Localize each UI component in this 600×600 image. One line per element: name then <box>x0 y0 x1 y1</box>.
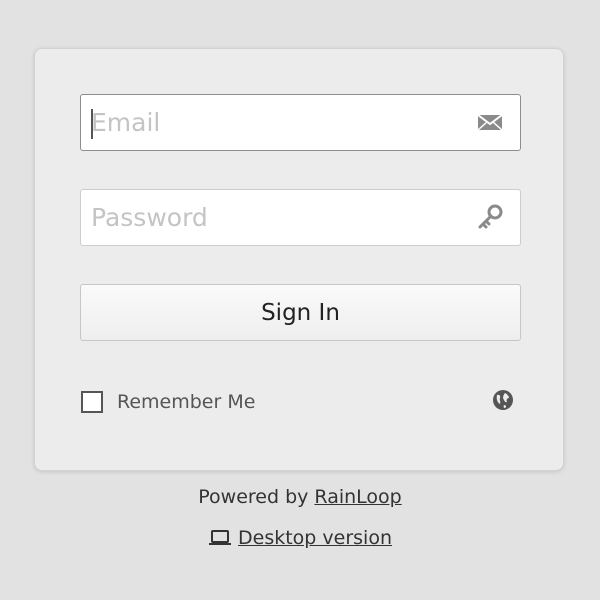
email-input[interactable] <box>91 95 461 150</box>
envelope-icon <box>477 114 503 131</box>
password-field-wrapper <box>80 189 521 246</box>
remember-me-label: Remember Me <box>117 391 256 413</box>
remember-me-checkbox[interactable] <box>81 391 103 413</box>
text-cursor <box>91 109 93 139</box>
desktop-version-row: Desktop version <box>0 527 600 549</box>
remember-me-toggle[interactable]: Remember Me <box>81 389 255 415</box>
globe-icon[interactable] <box>492 389 514 411</box>
sign-in-button[interactable]: Sign In <box>80 284 521 341</box>
key-icon <box>478 204 503 229</box>
powered-by-text: Powered by RainLoop <box>0 486 600 508</box>
email-field-wrapper <box>80 94 521 151</box>
password-input[interactable] <box>91 190 461 245</box>
login-card: Sign In Remember Me <box>34 48 564 471</box>
login-page: Sign In Remember Me Powered by RainLoop … <box>0 0 600 600</box>
laptop-icon <box>209 530 231 545</box>
desktop-version-link[interactable]: Desktop version <box>238 527 392 549</box>
powered-by-prefix: Powered by <box>198 486 309 508</box>
rainloop-link[interactable]: RainLoop <box>314 486 401 508</box>
